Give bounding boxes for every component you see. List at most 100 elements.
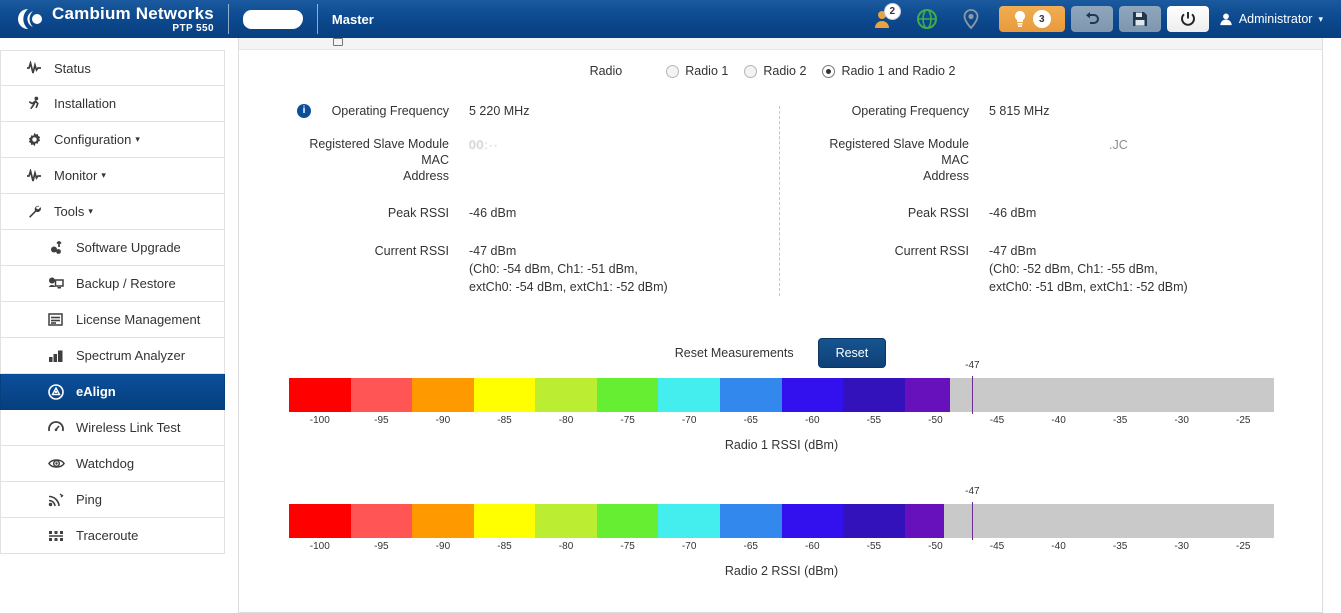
radio-button-radio2[interactable]: [744, 65, 757, 78]
radio2-pane: Operating Frequency 5 815 MHz Registered…: [799, 102, 1279, 312]
lights-button[interactable]: 3: [999, 6, 1065, 32]
sidebar-item-label: Spectrum Analyzer: [76, 348, 185, 363]
chevron-down-icon: ▾: [88, 206, 93, 217]
radio2-mac-label: Registered Slave Module MACAddress: [799, 136, 989, 184]
chevron-down-icon: ▾: [101, 170, 106, 181]
sidebar-item-ping[interactable]: Ping: [0, 482, 225, 518]
radio1-pane: i Operating Frequency 5 220 MHz Register…: [279, 102, 759, 312]
radio1-peak-rssi-label: Peak RSSI: [279, 204, 469, 222]
rssi-segment: [720, 378, 782, 412]
radio-button-both[interactable]: [822, 65, 835, 78]
radio1-rssi-chart: -47-100-95-90-85-80-75-70-65-60-55-50-45…: [289, 378, 1274, 452]
header-divider-1: [228, 4, 229, 34]
sidebar-item-label: Status: [54, 61, 91, 76]
radio1-operating-frequency-value: 5 220 MHz: [469, 102, 759, 120]
upload-icon: [45, 240, 67, 255]
power-button[interactable]: [1167, 6, 1209, 32]
axis-tick-label: -100: [310, 415, 330, 426]
main-content: Radio Radio 1 Radio 2 Radio 1 and Radio …: [238, 38, 1323, 613]
sidebar-item-wireless-link-test[interactable]: Wireless Link Test: [0, 410, 225, 446]
rssi-segment: [289, 378, 351, 412]
sidebar-item-label: Monitor: [54, 168, 97, 183]
reset-measurements-row: Reset Measurements Reset: [239, 338, 1322, 368]
app-header: Cambium Networks PTP 550 Master 2: [0, 0, 1341, 38]
license-icon: [45, 313, 67, 327]
radio2-current-rssi-row: Current RSSI -47 dBm (Ch0: -52 dBm, Ch1:…: [799, 242, 1279, 296]
rssi-bar-fill: [289, 378, 950, 412]
radio1-current-rssi-detail-1: (Ch0: -54 dBm, Ch1: -51 dBm,: [469, 260, 759, 278]
radio-detail-panes: i Operating Frequency 5 220 MHz Register…: [239, 102, 1322, 332]
sidebar-item-status[interactable]: Status: [0, 50, 225, 86]
user-menu[interactable]: Administrator ▾: [1219, 12, 1331, 26]
rssi-segment: [782, 378, 844, 412]
sidebar-item-label: Installation: [54, 96, 116, 111]
sidebar-item-ealign[interactable]: eAlign: [0, 374, 225, 410]
location-pin-icon[interactable]: [949, 0, 993, 38]
axis-tick-label: -55: [867, 415, 881, 426]
rssi-segment: [412, 504, 474, 538]
save-button[interactable]: [1119, 6, 1161, 32]
radio1-current-rssi-value: -47 dBm: [469, 242, 759, 260]
radio2-mac-row: Registered Slave Module MACAddress .JC: [799, 136, 1279, 184]
radio1-current-rssi-row: Current RSSI -47 dBm (Ch0: -54 dBm, Ch1:…: [279, 242, 759, 296]
radio2-peak-rssi-value: -46 dBm: [989, 204, 1279, 222]
brand-model: PTP 550: [52, 24, 214, 34]
rssi-segment: [289, 504, 351, 538]
sidebar-item-configuration[interactable]: Configuration▾: [0, 122, 225, 158]
axis-tick-label: -30: [1174, 415, 1188, 426]
rssi-segment: [351, 378, 413, 412]
radio-option-radio1[interactable]: Radio 1: [666, 64, 728, 78]
undo-button[interactable]: [1071, 6, 1113, 32]
rssi-segment: [843, 378, 905, 412]
axis-tick-label: -60: [805, 415, 819, 426]
gear-icon: [23, 132, 45, 147]
axis-tick-label: -95: [374, 541, 388, 552]
radio1-peak-rssi-row: Peak RSSI -46 dBm: [279, 204, 759, 222]
axis-tick-label: -75: [620, 541, 634, 552]
axis-tick-label: -55: [867, 541, 881, 552]
axis-tick-label: -85: [497, 541, 511, 552]
axis-tick-label: -45: [990, 415, 1004, 426]
radio2-current-rssi-value-wrap: -47 dBm (Ch0: -52 dBm, Ch1: -55 dBm, ext…: [989, 242, 1279, 296]
radio2-current-rssi-detail-1: (Ch0: -52 dBm, Ch1: -55 dBm,: [989, 260, 1279, 278]
backup-icon: [45, 276, 67, 291]
chart-title: Radio 1 RSSI (dBm): [289, 438, 1274, 452]
radio1-operating-frequency-row: i Operating Frequency 5 220 MHz: [279, 102, 759, 120]
user-alert-icon[interactable]: 2: [861, 0, 905, 38]
axis-tick-label: -40: [1051, 541, 1065, 552]
radio-button-radio1[interactable]: [666, 65, 679, 78]
radio-option-both[interactable]: Radio 1 and Radio 2: [822, 64, 955, 78]
radio1-current-rssi-value-wrap: -47 dBm (Ch0: -54 dBm, Ch1: -51 dBm, ext…: [469, 242, 759, 296]
axis-tick-label: -90: [436, 541, 450, 552]
rssi-axis: -100-95-90-85-80-75-70-65-60-55-50-45-40…: [289, 412, 1274, 430]
brand: Cambium Networks PTP 550: [0, 5, 214, 34]
axis-tick-label: -50: [928, 415, 942, 426]
chevron-down-icon: ▾: [1318, 14, 1323, 25]
radio2-operating-frequency-value: 5 815 MHz: [989, 102, 1279, 120]
current-rssi-marker-label: -47: [965, 360, 979, 371]
sidebar: Status Installation Configuration▾ Monitor ▾…: [0, 50, 225, 554]
sidebar-item-spectrum-analyzer[interactable]: Spectrum Analyzer: [0, 338, 225, 374]
sidebar-item-traceroute[interactable]: Traceroute: [0, 518, 225, 554]
axis-tick-label: -25: [1236, 415, 1250, 426]
rssi-segment: [597, 378, 659, 412]
sidebar-item-backup-restore[interactable]: Backup / Restore: [0, 266, 225, 302]
reset-button[interactable]: Reset: [818, 338, 887, 368]
sidebar-item-software-upgrade[interactable]: Software Upgrade: [0, 230, 225, 266]
bar-chart-icon: [45, 349, 67, 363]
globe-icon[interactable]: [905, 0, 949, 38]
axis-tick-label: -85: [497, 415, 511, 426]
radio1-mac-label: Registered Slave Module MACAddress: [279, 136, 469, 184]
radio-option-radio2[interactable]: Radio 2: [744, 64, 806, 78]
sidebar-item-monitor[interactable]: Monitor ▾: [0, 158, 225, 194]
current-rssi-marker-label: -47: [965, 486, 979, 497]
sidebar-item-installation[interactable]: Installation: [0, 86, 225, 122]
sidebar-item-tools[interactable]: Tools▾: [0, 194, 225, 230]
sidebar-item-watchdog[interactable]: Watchdog: [0, 446, 225, 482]
radio2-current-rssi-value: -47 dBm: [989, 242, 1279, 260]
current-rssi-marker: [972, 376, 973, 414]
info-icon[interactable]: i: [297, 104, 311, 118]
radio-selector: Radio Radio 1 Radio 2 Radio 1 and Radio …: [239, 64, 1322, 78]
signal-icon: [45, 493, 67, 507]
sidebar-item-license-management[interactable]: License Management: [0, 302, 225, 338]
